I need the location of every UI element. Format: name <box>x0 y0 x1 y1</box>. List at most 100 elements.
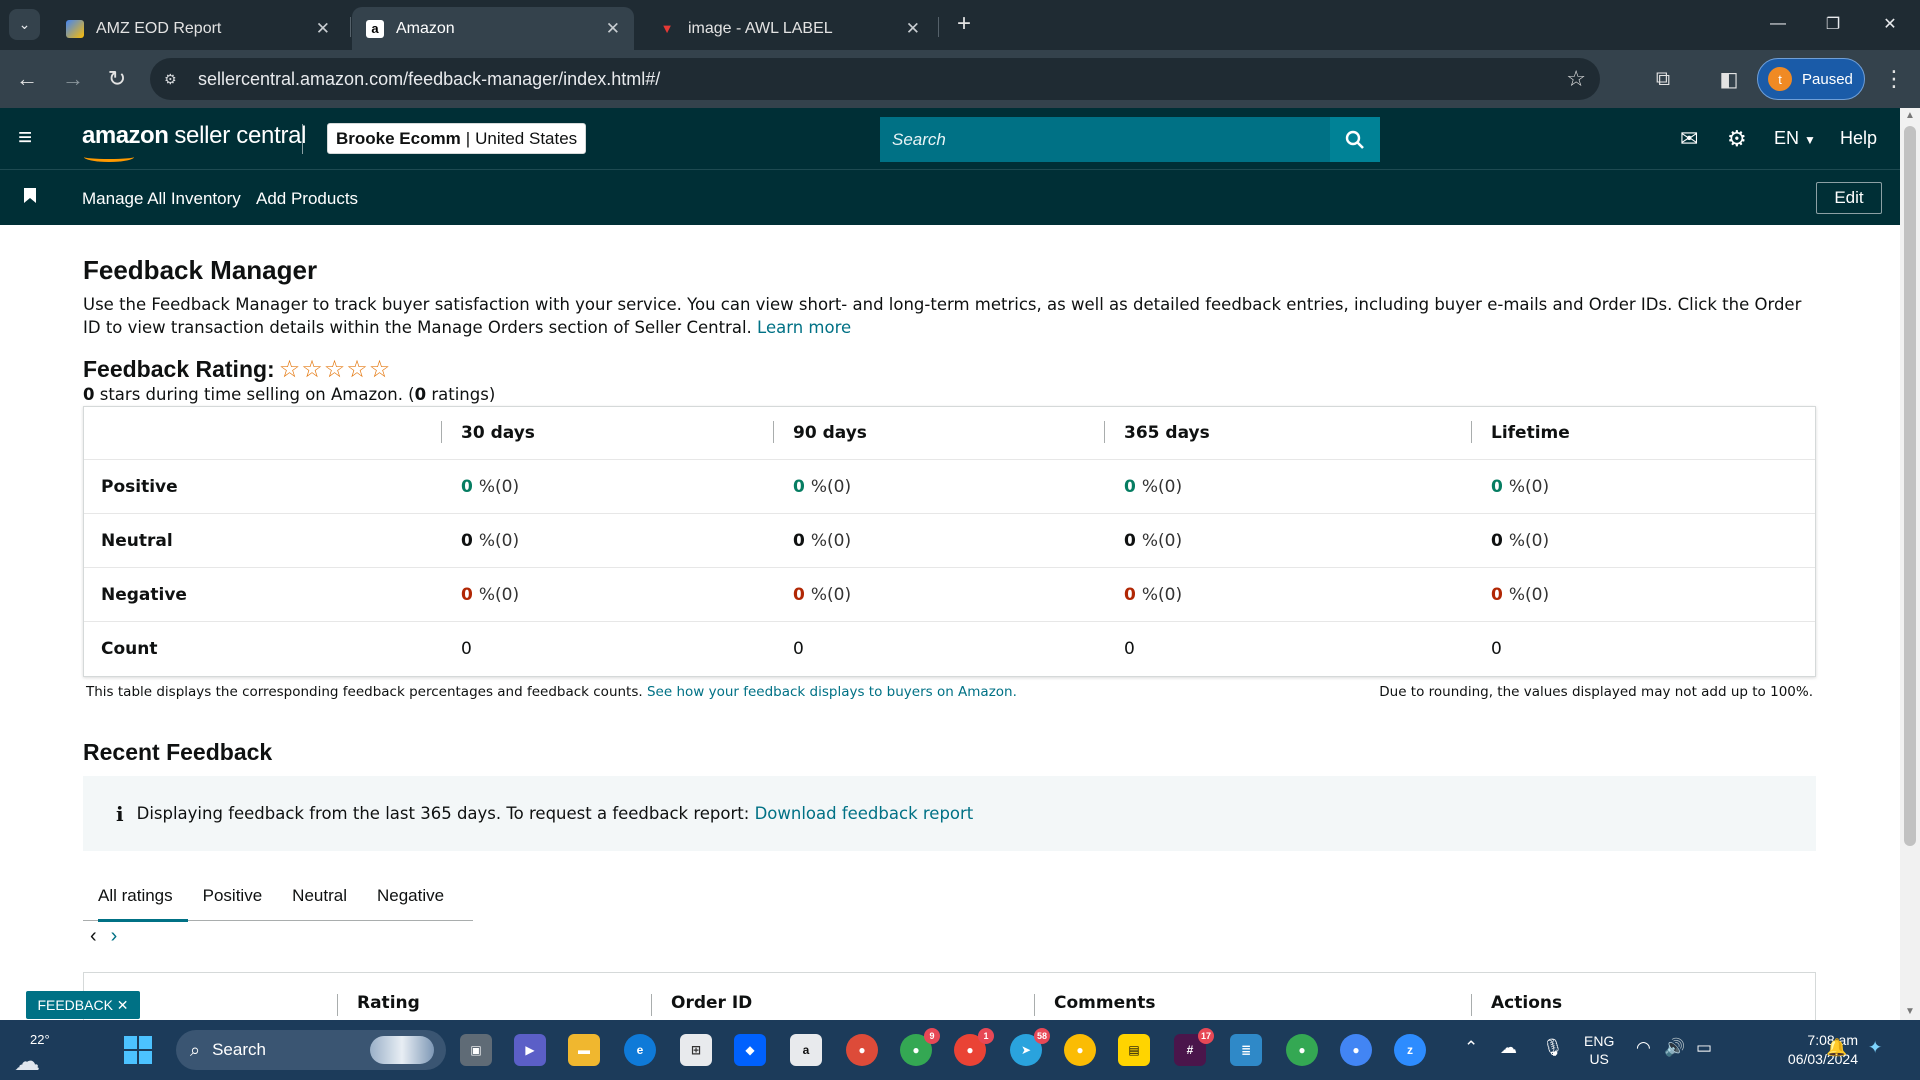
microsoft-store-icon[interactable]: ⊞ <box>680 1034 712 1066</box>
telegram-icon[interactable]: ➤ 58 <box>1010 1028 1050 1066</box>
feedback-widget-button[interactable]: FEEDBACK ✕ <box>26 991 140 1019</box>
profile-button[interactable]: t Paused <box>1757 58 1865 100</box>
close-icon[interactable]: ✕ <box>316 19 330 39</box>
neutral-value: 0 <box>1491 530 1503 551</box>
search-icon[interactable] <box>1330 117 1380 162</box>
chrome-profile-icon[interactable]: ● <box>846 1034 878 1066</box>
amazon-app-icon[interactable]: a <box>790 1034 822 1066</box>
close-icon[interactable]: ✕ <box>906 19 920 39</box>
chrome-profile-icon[interactable]: ● <box>1286 1034 1318 1066</box>
bookmark-star-icon[interactable]: ☆ <box>1566 66 1586 92</box>
battery-icon[interactable]: ▭ <box>1696 1038 1712 1058</box>
scroll-down-icon[interactable]: ▼ <box>1904 1006 1916 1017</box>
scroll-up-icon[interactable]: ▲ <box>1904 110 1916 121</box>
gear-icon[interactable]: ⚙ <box>1727 126 1747 152</box>
windows-start-icon[interactable] <box>124 1036 152 1064</box>
input-language[interactable]: ENG US <box>1584 1032 1614 1068</box>
notepad-icon[interactable]: ≣ <box>1230 1034 1262 1066</box>
task-view-icon[interactable]: ▣ <box>460 1034 492 1066</box>
copilot-icon[interactable]: ✦ <box>1868 1038 1882 1058</box>
percent-count: %(0) <box>478 476 520 497</box>
tab-title: AMZ EOD Report <box>96 19 222 37</box>
sticky-notes-icon[interactable]: ▤ <box>1118 1034 1150 1066</box>
teams-meet-icon[interactable]: ▶ <box>514 1034 546 1066</box>
browser-toolbar: ← → ↻ ⚙ sellercentral.amazon.com/feedbac… <box>0 50 1920 108</box>
slack-icon[interactable]: #17 <box>1174 1028 1214 1066</box>
notification-bell-icon[interactable]: 🔔 <box>1826 1038 1847 1058</box>
forward-arrow-icon[interactable]: → <box>56 62 90 96</box>
browser-menu-icon[interactable]: ⋮ <box>1880 63 1908 95</box>
bookmark-icon[interactable] <box>24 188 36 204</box>
edge-icon[interactable]: e <box>624 1034 656 1066</box>
mail-icon[interactable]: ✉ <box>1680 126 1698 152</box>
account-switcher[interactable]: Brooke Ecomm | United States <box>327 123 587 154</box>
notification-badge: 1 <box>978 1028 994 1044</box>
chevron-up-icon[interactable]: ⌃ <box>1464 1038 1478 1058</box>
hamburger-menu-icon[interactable]: ≡ <box>18 126 42 150</box>
scroll-thumb[interactable] <box>1904 126 1916 846</box>
feedback-metrics-table: 30 days 90 days 365 days Lifetime Positi… <box>83 406 1816 677</box>
dropbox-icon[interactable]: ◆ <box>734 1034 766 1066</box>
page-scrollbar[interactable]: ▲ ▼ <box>1900 108 1920 1020</box>
download-feedback-report-link[interactable]: Download feedback report <box>755 804 974 823</box>
microphone-icon[interactable]: 🎙 <box>1542 1038 1564 1058</box>
edit-button[interactable]: Edit <box>1816 182 1882 214</box>
extensions-puzzle-icon[interactable]: ⧉ <box>1648 63 1678 95</box>
reload-icon[interactable]: ↻ <box>100 62 134 96</box>
chrome-profile-icon[interactable]: ● 9 <box>900 1028 940 1066</box>
table-cell: 0 %(0) <box>793 568 851 621</box>
column-header-order-id[interactable]: Order ID <box>671 993 752 1013</box>
language-selector[interactable]: EN ▼ <box>1774 128 1816 149</box>
chrome-profile-icon[interactable]: ● <box>1340 1034 1372 1066</box>
tab-positive[interactable]: Positive <box>188 871 278 921</box>
window-close-icon[interactable]: ✕ <box>1870 8 1910 40</box>
chevron-left-icon[interactable]: ‹ <box>90 925 97 947</box>
new-tab-plus-icon[interactable]: + <box>950 10 978 38</box>
percent-count: %(0) <box>1141 476 1183 497</box>
tab-negative[interactable]: Negative <box>362 871 459 921</box>
address-bar[interactable]: ⚙ sellercentral.amazon.com/feedback-mana… <box>150 58 1600 100</box>
column-header-comments[interactable]: Comments <box>1054 993 1155 1013</box>
column-header-rating[interactable]: Rating <box>357 993 420 1013</box>
close-icon[interactable]: ✕ <box>606 19 620 39</box>
zoom-icon[interactable]: z <box>1394 1034 1426 1066</box>
tab-amazon[interactable]: a Amazon ✕ <box>352 7 634 50</box>
tab-awl-label[interactable]: ▼ image - AWL LABEL ✕ <box>644 7 934 50</box>
buyer-display-link[interactable]: See how your feedback displays to buyers… <box>647 684 1017 700</box>
file-explorer-icon[interactable]: ▬ <box>568 1034 600 1066</box>
learn-more-link[interactable]: Learn more <box>757 318 851 337</box>
logo-suffix: seller central <box>174 122 307 149</box>
seller-central-logo[interactable]: amazon seller central <box>82 122 307 162</box>
table-cell: 0 %(0) <box>461 568 519 621</box>
table-cell: 0 %(0) <box>1491 460 1549 513</box>
volume-icon[interactable]: 🔊 <box>1664 1038 1685 1058</box>
table-header-row: 30 days 90 days 365 days Lifetime <box>84 407 1815 460</box>
tab-search-chevron-icon[interactable]: ⌄ <box>9 9 40 40</box>
column-header-actions[interactable]: Actions <box>1491 993 1562 1013</box>
nav-add-products[interactable]: Add Products <box>256 189 358 209</box>
chevron-right-icon[interactable]: › <box>111 925 118 947</box>
rating-summary-text: stars during time selling on Amazon. ( <box>99 385 415 404</box>
onedrive-icon[interactable]: ☁ <box>1500 1038 1517 1058</box>
restore-icon[interactable]: ❐ <box>1813 8 1853 40</box>
positive-value: 0 <box>461 476 473 497</box>
side-panel-icon[interactable]: ◧ <box>1714 63 1744 95</box>
chrome-profile-icon[interactable]: ● <box>1064 1034 1096 1066</box>
site-info-tune-icon[interactable]: ⚙ <box>164 71 186 88</box>
table-cell: 0 %(0) <box>1491 514 1549 567</box>
table-row-count: Count 0 0 0 0 <box>84 622 1815 676</box>
main-content: Feedback Manager Use the Feedback Manage… <box>0 225 1900 1020</box>
chrome-active-icon[interactable]: ● 1 <box>954 1028 994 1066</box>
url-text[interactable]: sellercentral.amazon.com/feedback-manage… <box>198 69 660 90</box>
tab-amz-eod-report[interactable]: AMZ EOD Report ✕ <box>52 7 344 50</box>
search-input[interactable] <box>880 117 1330 162</box>
back-arrow-icon[interactable]: ← <box>10 62 44 96</box>
taskbar-search[interactable]: ⌕ Search <box>176 1030 446 1070</box>
tab-all-ratings[interactable]: All ratings <box>83 871 188 922</box>
cloud-icon: ☁ <box>14 1046 40 1076</box>
help-link[interactable]: Help <box>1840 128 1877 149</box>
wifi-icon[interactable]: ◠ <box>1636 1038 1651 1058</box>
minimize-icon[interactable]: — <box>1758 8 1798 40</box>
tab-neutral[interactable]: Neutral <box>277 871 362 921</box>
nav-manage-all-inventory[interactable]: Manage All Inventory <box>82 189 241 209</box>
